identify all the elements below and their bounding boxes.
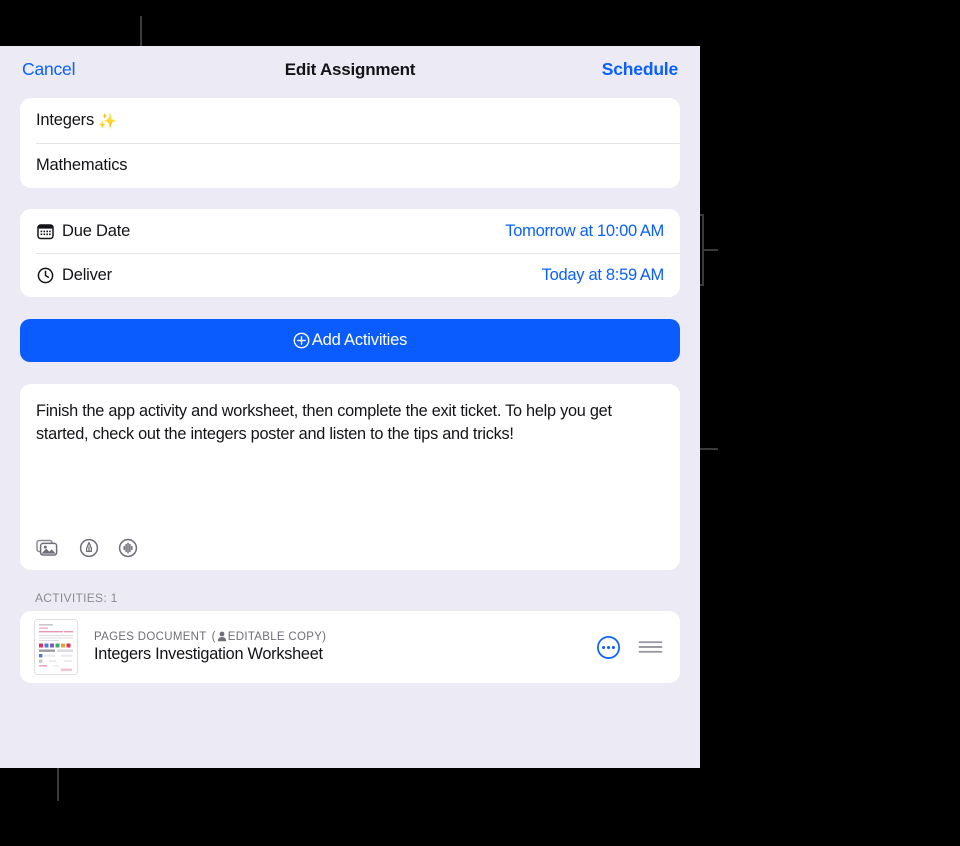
cancel-button[interactable]: Cancel bbox=[22, 59, 75, 80]
markup-pen-icon[interactable] bbox=[79, 538, 99, 558]
badge-open-paren: ( bbox=[211, 630, 216, 643]
activity-text-block: PAGES DOCUMENT ( EDITABLE COPY) Integers… bbox=[94, 631, 326, 664]
clock-icon bbox=[36, 266, 55, 285]
assignment-name-value: Integers bbox=[36, 111, 95, 129]
due-date-value[interactable]: Tomorrow at 10:00 AM bbox=[505, 222, 664, 241]
plus-circle-icon bbox=[293, 332, 310, 349]
activities-section-label: ACTIVITIES: 1 bbox=[35, 591, 118, 605]
photo-stack-icon[interactable] bbox=[36, 538, 60, 558]
deliver-row[interactable]: Deliver Today at 8:59 AM bbox=[20, 253, 680, 297]
add-activities-label: Add Activities bbox=[311, 331, 408, 349]
assignment-name-field[interactable]: Integers ✨ bbox=[20, 98, 680, 143]
activity-title: Integers Investigation Worksheet bbox=[94, 644, 323, 663]
person-icon bbox=[217, 631, 227, 642]
due-date-row[interactable]: Due Date Tomorrow at 10:00 AM bbox=[20, 209, 680, 253]
calendar-icon bbox=[36, 222, 55, 241]
assignment-details-card: Integers ✨ Mathematics bbox=[20, 98, 680, 188]
pages-document-thumbnail bbox=[34, 619, 78, 675]
page-title: Edit Assignment bbox=[284, 59, 416, 79]
description-toolbar bbox=[36, 538, 138, 558]
activity-badge-label: EDITABLE COPY) bbox=[227, 630, 327, 643]
callout-stub-dates bbox=[704, 249, 718, 251]
audio-wave-icon[interactable] bbox=[118, 538, 138, 558]
activity-badge-group: ( EDITABLE COPY) bbox=[212, 631, 327, 643]
screenshot-root: Cancel Edit Assignment Schedule Integers… bbox=[0, 0, 960, 846]
deliver-label: Deliver bbox=[62, 265, 112, 284]
activity-kicker: PAGES DOCUMENT ( EDITABLE COPY) bbox=[94, 631, 326, 643]
schedule-card: Due Date Tomorrow at 10:00 AM Deliver To… bbox=[20, 209, 680, 297]
more-ellipsis-circle-icon[interactable] bbox=[596, 635, 621, 660]
reorder-handle-icon[interactable] bbox=[638, 638, 663, 656]
schedule-button[interactable]: Schedule bbox=[602, 59, 678, 80]
deliver-value[interactable]: Today at 8:59 AM bbox=[542, 266, 665, 285]
due-date-label: Due Date bbox=[62, 221, 131, 240]
assignment-subject-field[interactable]: Mathematics bbox=[20, 143, 680, 188]
activity-list-item[interactable]: PAGES DOCUMENT ( EDITABLE COPY) Integers… bbox=[20, 611, 680, 683]
description-textarea[interactable]: Finish the app activity and worksheet, t… bbox=[20, 384, 680, 570]
edit-assignment-sheet: Cancel Edit Assignment Schedule Integers… bbox=[0, 46, 700, 768]
activity-actions bbox=[596, 635, 663, 660]
sparkles-icon: ✨ bbox=[98, 112, 117, 130]
assignment-subject-value: Mathematics bbox=[36, 156, 128, 174]
add-activities-button[interactable]: Add Activities bbox=[20, 319, 680, 362]
activity-type-label: PAGES DOCUMENT bbox=[94, 630, 207, 643]
navigation-bar: Cancel Edit Assignment Schedule bbox=[0, 46, 700, 93]
description-text: Finish the app activity and worksheet, t… bbox=[36, 402, 612, 444]
